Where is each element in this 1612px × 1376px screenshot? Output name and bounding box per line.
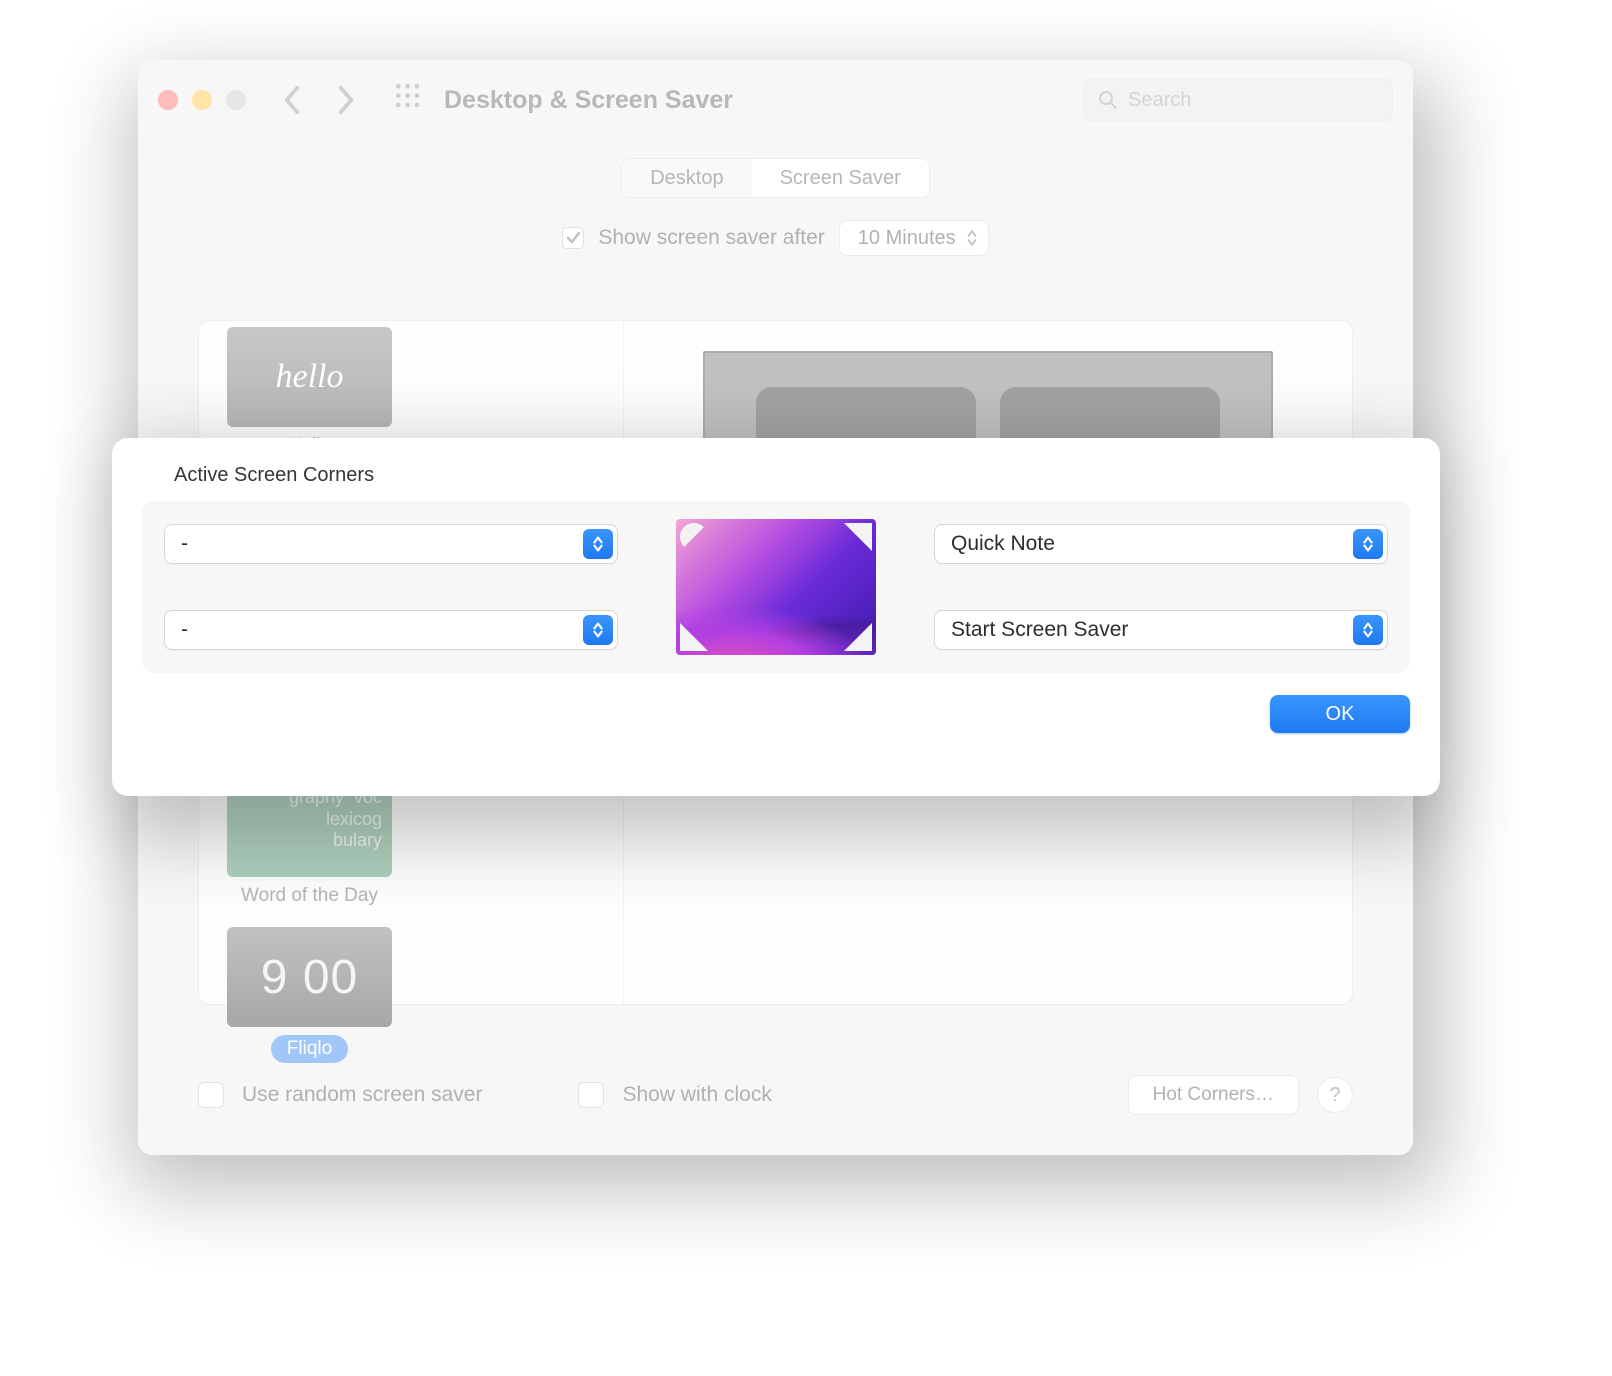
updown-icon <box>1353 615 1383 645</box>
corner-bottom-right-select[interactable]: Start Screen Saver <box>934 610 1388 650</box>
corner-top-left-select[interactable]: - <box>164 524 618 564</box>
corner-indicator-bl <box>680 623 708 651</box>
corner-top-right-select[interactable]: Quick Note <box>934 524 1388 564</box>
corner-bottom-left-select[interactable]: - <box>164 610 618 650</box>
updown-icon <box>1353 529 1383 559</box>
corner-indicator-br <box>844 623 872 651</box>
updown-icon <box>583 529 613 559</box>
updown-icon <box>583 615 613 645</box>
corner-bottom-left-value: - <box>181 618 188 642</box>
corner-bottom-right-value: Start Screen Saver <box>951 618 1128 642</box>
corner-indicator-tr <box>844 523 872 551</box>
screen-corners-preview <box>676 519 876 655</box>
corner-top-right-value: Quick Note <box>951 532 1055 556</box>
hot-corners-sheet: Active Screen Corners - - <box>112 438 1440 796</box>
corner-top-left-value: - <box>181 532 188 556</box>
corners-panel: - - Quick Note <box>142 501 1410 673</box>
ok-button[interactable]: OK <box>1270 695 1410 733</box>
corner-indicator-tl <box>680 523 708 551</box>
sheet-title: Active Screen Corners <box>174 464 1410 487</box>
